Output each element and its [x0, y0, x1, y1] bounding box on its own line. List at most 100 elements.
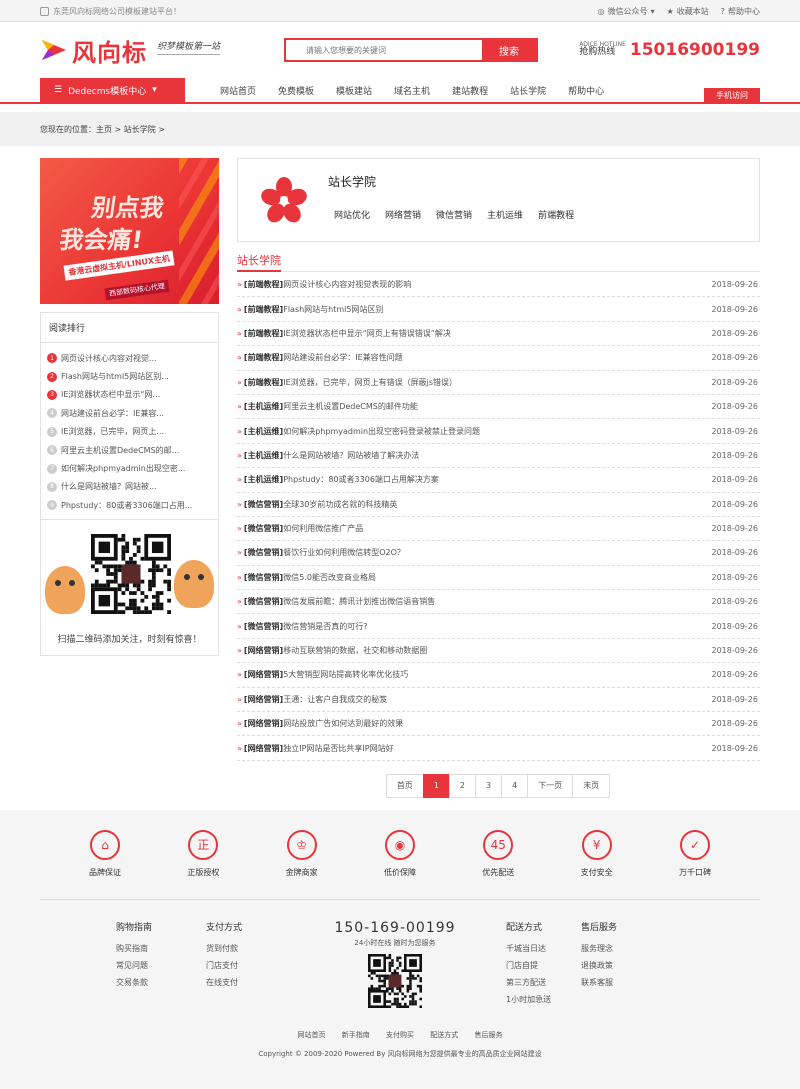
article-tag[interactable]: [微信营销] — [244, 596, 283, 607]
article-tag[interactable]: [前端教程] — [244, 279, 283, 290]
rank-item[interactable]: 8 什么是网站被墙？网站被... — [47, 478, 218, 496]
article-row[interactable]: » [微信营销] 微信营销是否真的可行? 2018-09-26 — [237, 614, 760, 639]
footer-bottom-link[interactable]: 配送方式 — [430, 1031, 458, 1039]
article-tag[interactable]: [网络营销] — [244, 645, 283, 656]
article-title[interactable]: 微信营销是否真的可行? — [283, 621, 367, 632]
article-title[interactable]: 5大营销型网站提高转化率优化技巧 — [283, 669, 408, 680]
article-row[interactable]: » [前端教程] 网页设计核心内容对视觉表现的影响 2018-09-26 — [237, 273, 760, 298]
article-title[interactable]: 阿里云主机设置DedeCMS的邮件功能 — [283, 401, 418, 412]
article-tag[interactable]: [前端教程] — [244, 304, 283, 315]
article-tag[interactable]: [微信营销] — [244, 572, 283, 583]
article-title[interactable]: 如何解决phpmyadmin出现空密码登录被禁止登录问题 — [283, 426, 480, 437]
article-row[interactable]: » [主机运维] Phpstudy：80或者3306端口占用解决方案 2018-09-… — [237, 468, 760, 493]
article-title[interactable]: 微信发展前瞻：腾讯计划推出微信语音销售 — [283, 596, 435, 607]
article-title[interactable]: 微信5.0能否改变商业格局 — [283, 572, 376, 583]
footer-link[interactable]: 门店支付 — [206, 960, 306, 977]
article-row[interactable]: » [网络营销] 5大营销型网站提高转化率优化技巧 2018-09-26 — [237, 663, 760, 688]
pager-first[interactable]: 首页 — [385, 773, 424, 798]
article-row[interactable]: » [前端教程] IE浏览器，已完毕，网页上有错误（屏蔽js错误） 2018-09-2… — [237, 371, 760, 395]
mobile-access-button[interactable]: 手机访问 — [704, 88, 760, 102]
article-title[interactable]: 移动互联营销的数据，社交和移动数据圈 — [283, 645, 427, 656]
article-title[interactable]: IE浏览器状态栏中显示“网页上有错误错误”解决 — [283, 328, 451, 339]
footer-link[interactable]: 门店自提 — [506, 960, 581, 977]
nav-item-domain-host[interactable]: 域名主机 — [383, 78, 441, 102]
article-row[interactable]: » [网络营销] 网站投放广告如何达到最好的效果 2018-09-26 — [237, 712, 760, 737]
article-row[interactable]: » [微信营销] 如何利用微信推广产品 2018-09-26 — [237, 517, 760, 542]
article-title[interactable]: Phpstudy：80或者3306端口占用解决方案 — [283, 474, 439, 485]
article-tag[interactable]: [主机运维] — [244, 401, 283, 412]
article-row[interactable]: » [前端教程] 网站建设前台必学：IE兼容性问题 2018-09-26 — [237, 346, 760, 371]
article-row[interactable]: » [微信营销] 微信发展前瞻：腾讯计划推出微信语音销售 2018-09-26 — [237, 590, 760, 615]
subcategory-wechat[interactable]: 微信营销 — [436, 208, 472, 221]
article-row[interactable]: » [前端教程] IE浏览器状态栏中显示“网页上有错误错误”解决 2018-09-26 — [237, 322, 760, 347]
favorite-link[interactable]: ★ 收藏本站 — [667, 6, 709, 17]
article-tag[interactable]: [前端教程] — [244, 377, 283, 388]
article-title[interactable]: 王通：让客户自我成交的秘笈 — [283, 694, 387, 705]
article-tag[interactable]: [主机运维] — [244, 450, 283, 461]
article-row[interactable]: » [微信营销] 微信5.0能否改变商业格局 2018-09-26 — [237, 566, 760, 591]
article-tag[interactable]: [微信营销] — [244, 621, 283, 632]
footer-bottom-link[interactable]: 售后服务 — [474, 1031, 502, 1039]
footer-link[interactable]: 服务理念 — [581, 943, 661, 960]
help-link[interactable]: ? 帮助中心 — [721, 6, 760, 17]
rank-item[interactable]: 2 Flash网站与html5网站区别... — [47, 367, 218, 385]
article-tag[interactable]: [网络营销] — [244, 743, 283, 754]
footer-bottom-link[interactable]: 网站首页 — [298, 1031, 326, 1039]
pager-page[interactable]: 4 — [501, 773, 529, 798]
subcategory-marketing[interactable]: 网络营销 — [385, 208, 421, 221]
article-title[interactable]: 全球30岁前功成名就的科技精英 — [283, 499, 397, 510]
article-title[interactable]: 网页设计核心内容对视觉表现的影响 — [283, 279, 411, 290]
nav-item-help[interactable]: 帮助中心 — [557, 78, 615, 102]
nav-item-webmaster[interactable]: 站长学院 — [499, 78, 557, 102]
nav-item-tutorials[interactable]: 建站教程 — [441, 78, 499, 102]
footer-link[interactable]: 购买指南 — [116, 943, 206, 960]
article-tag[interactable]: [主机运维] — [244, 474, 283, 485]
article-title[interactable]: Flash网站与html5网站区别 — [283, 304, 383, 315]
wechat-link[interactable]: ◎ 微信公众号 ▾ — [598, 6, 655, 17]
rank-item[interactable]: 3 IE浏览器状态栏中显示“网... — [47, 386, 218, 404]
article-row[interactable]: » [网络营销] 独立IP网站是否比共享IP网站好 2018-09-26 — [237, 736, 760, 761]
search-input[interactable] — [286, 40, 483, 60]
footer-link[interactable]: 千城当日达 — [506, 943, 581, 960]
footer-link[interactable]: 1小时加急送 — [506, 994, 581, 1011]
subcategory-hosting[interactable]: 主机运维 — [487, 208, 523, 221]
article-title[interactable]: 网站建设前台必学：IE兼容性问题 — [283, 352, 402, 363]
article-row[interactable]: » [网络营销] 王通：让客户自我成交的秘笈 2018-09-26 — [237, 688, 760, 713]
logo[interactable]: 风向标 织梦模板第一站 — [40, 33, 221, 68]
article-row[interactable]: » [主机运维] 什么是网站被墙？网站被墙了解决办法 2018-09-26 — [237, 444, 760, 469]
article-title[interactable]: IE浏览器，已完毕，网页上有错误（屏蔽js错误） — [283, 377, 457, 388]
subcategory-seo[interactable]: 网站优化 — [334, 208, 370, 221]
article-tag[interactable]: [网络营销] — [244, 669, 283, 680]
article-row[interactable]: » [前端教程] Flash网站与html5网站区别 2018-09-26 — [237, 297, 760, 322]
pager-page[interactable]: 2 — [448, 773, 476, 798]
pager-page[interactable]: 1 — [422, 773, 450, 798]
nav-item-template-build[interactable]: 模板建站 — [325, 78, 383, 102]
footer-link[interactable]: 交易条款 — [116, 977, 206, 994]
rank-item[interactable]: 6 阿里云主机设置DedeCMS的邮... — [47, 441, 218, 459]
article-title[interactable]: 独立IP网站是否比共享IP网站好 — [283, 743, 393, 754]
article-row[interactable]: » [主机运维] 阿里云主机设置DedeCMS的邮件功能 2018-09-26 — [237, 395, 760, 420]
footer-link[interactable]: 联系客服 — [581, 977, 661, 994]
footer-bottom-link[interactable]: 支付购买 — [386, 1031, 414, 1039]
article-row[interactable]: » [网络营销] 移动互联营销的数据，社交和移动数据圈 2018-09-26 — [237, 639, 760, 664]
article-title[interactable]: 网站投放广告如何达到最好的效果 — [283, 718, 403, 729]
pager-next[interactable]: 下一页 — [527, 773, 574, 798]
article-row[interactable]: » [主机运维] 如何解决phpmyadmin出现空密码登录被禁止登录问题 2018-… — [237, 419, 760, 444]
footer-link[interactable]: 第三方配送 — [506, 977, 581, 994]
category-menu-button[interactable]: ☰ Dedecms模板中心 ▾ — [40, 78, 185, 102]
article-row[interactable]: » [微信营销] 餐饮行业如何利用微信转型O2O？ 2018-09-26 — [237, 541, 760, 566]
breadcrumb-current[interactable]: 站长学院 — [124, 124, 156, 135]
rank-item[interactable]: 7 如何解决phpmyadmin出现空密... — [47, 459, 218, 477]
nav-item-home[interactable]: 网站首页 — [209, 78, 267, 102]
article-title[interactable]: 什么是网站被墙？网站被墙了解决办法 — [283, 450, 419, 461]
ad-banner[interactable]: 别点我 我会痛! 香港云虚拟主机/LINUX主机 西部数码核心代理 — [40, 158, 219, 304]
article-tag[interactable]: [前端教程] — [244, 352, 283, 363]
article-row[interactable]: » [微信营销] 全球30岁前功成名就的科技精英 2018-09-26 — [237, 493, 760, 517]
breadcrumb-home[interactable]: 主页 — [96, 124, 112, 135]
nav-item-free-templates[interactable]: 免费模板 — [267, 78, 325, 102]
footer-link[interactable]: 常见问题 — [116, 960, 206, 977]
article-tag[interactable]: [微信营销] — [244, 547, 283, 558]
rank-item[interactable]: 5 IE浏览器，已完毕，网页上... — [47, 423, 218, 441]
rank-item[interactable]: 1 网页设计核心内容对视觉... — [47, 349, 218, 367]
article-tag[interactable]: [网络营销] — [244, 694, 283, 705]
